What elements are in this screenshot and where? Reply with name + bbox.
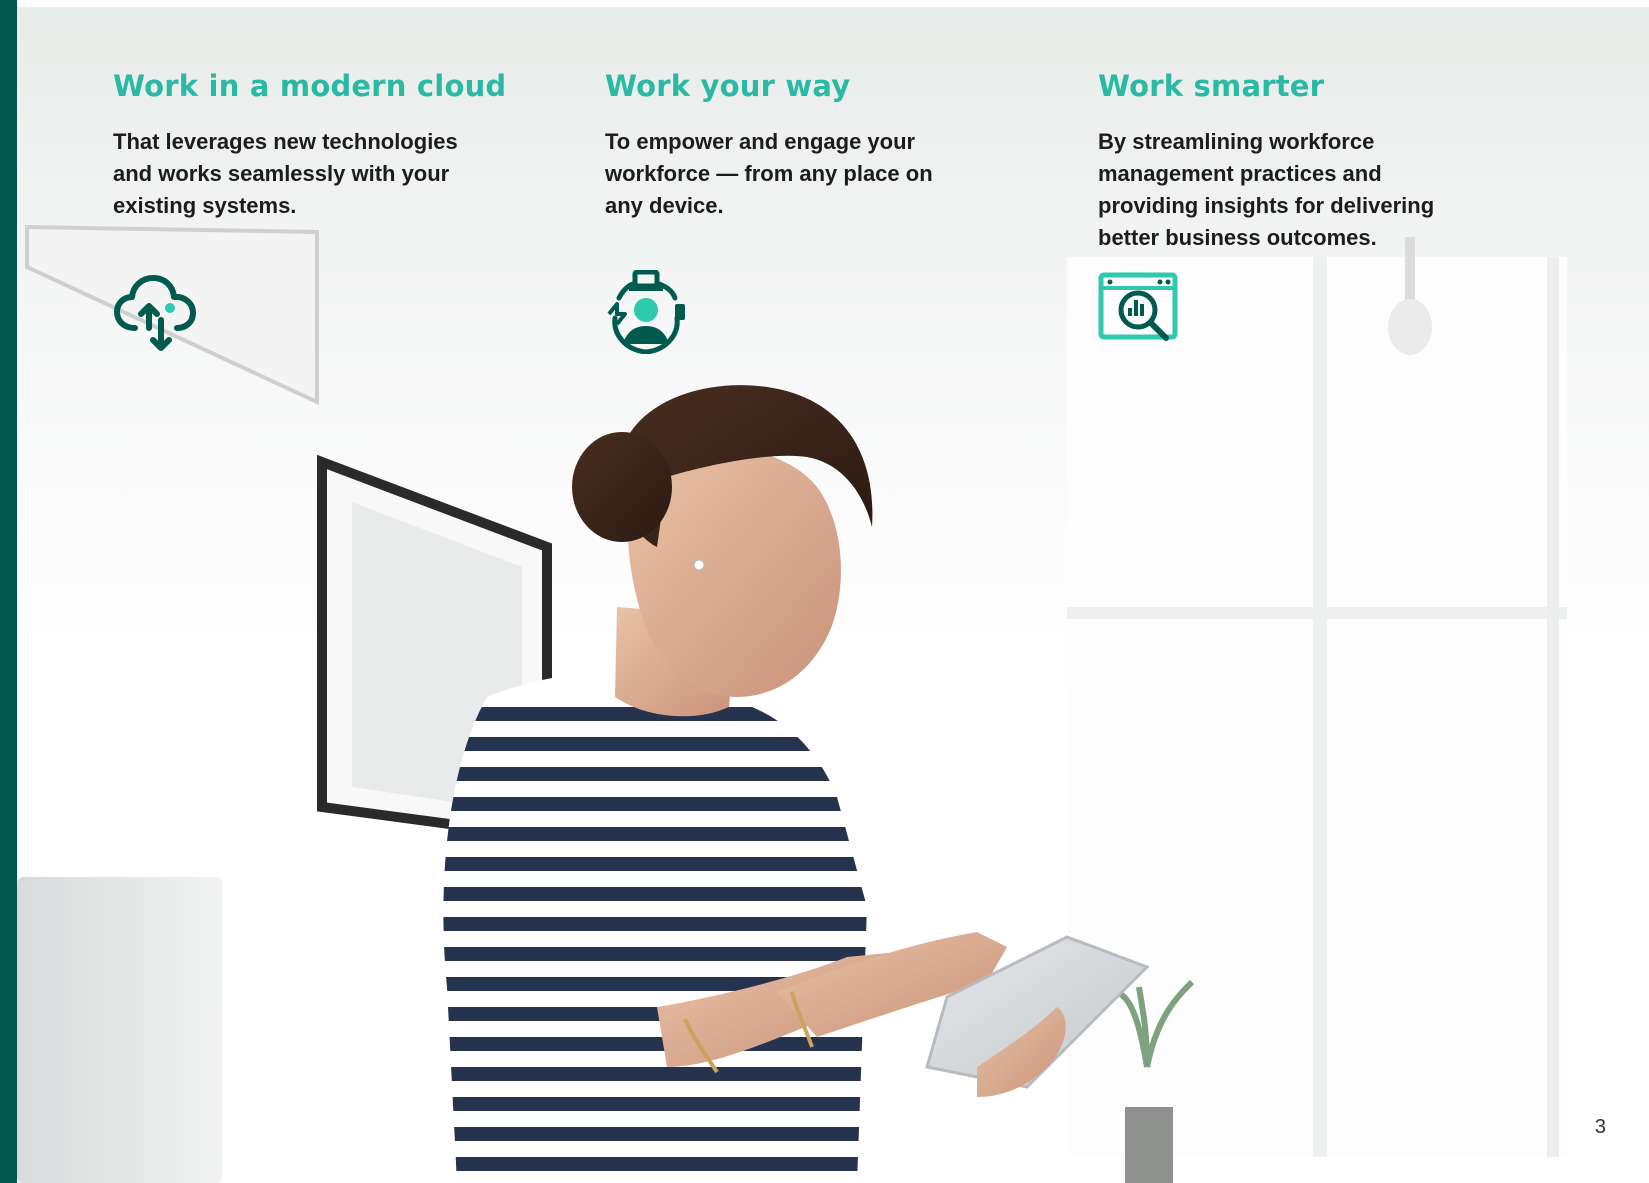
- feature-description: That leverages new technologies and work…: [113, 129, 458, 218]
- feature-description: By streamlining workforce management pra…: [1098, 129, 1435, 250]
- top-margin-strip: [17, 0, 1649, 7]
- feature-column-cloud: Work in a modern cloud That leverages ne…: [113, 66, 507, 222]
- feature-column-your-way: Work your way To empower and engage your…: [605, 66, 985, 222]
- feature-column-smarter: Work smarter By streamlining workforce m…: [1098, 66, 1478, 254]
- feature-title: Work smarter: [1098, 69, 1325, 103]
- analytics-search-icon: [1098, 272, 1178, 341]
- feature-title: Work in a modern cloud: [113, 69, 507, 103]
- feature-description: To empower and engage your workforce — f…: [605, 129, 933, 218]
- person-devices-icon: [607, 270, 685, 354]
- feature-title: Work your way: [605, 69, 851, 103]
- page-number: 3: [1594, 1116, 1606, 1138]
- cloud-sync-icon: [114, 275, 196, 351]
- brochure-page: Work in a modern cloud That leverages ne…: [0, 0, 1649, 1183]
- left-accent-bar: [0, 0, 17, 1183]
